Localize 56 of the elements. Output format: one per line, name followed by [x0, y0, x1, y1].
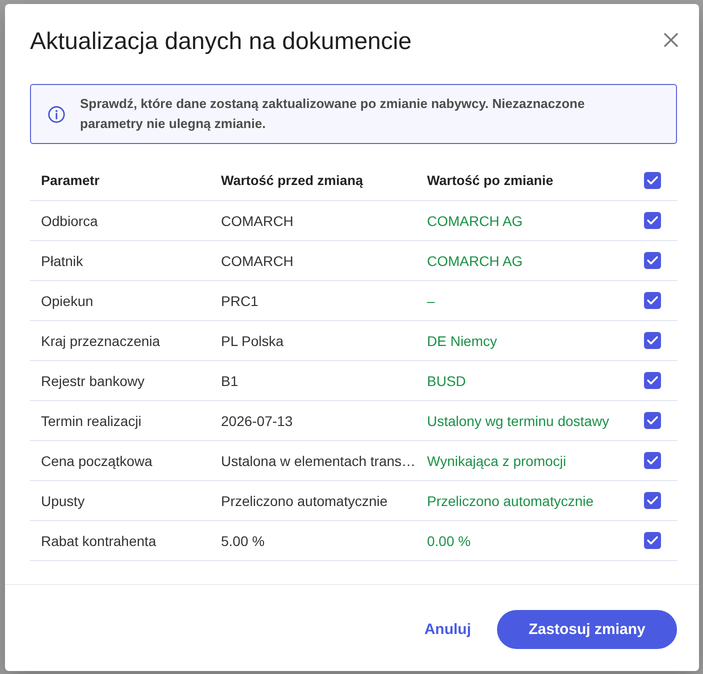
table-header-cell-text: Wartość po zmianie — [426, 173, 554, 188]
table-cell-text: BUSD — [426, 372, 467, 388]
table-cell-text: DE Niemcy — [426, 332, 498, 348]
select-all-checkbox[interactable] — [644, 172, 660, 189]
table-cell-text: Płatnik — [40, 252, 84, 268]
table-cell-text: 5.00 % — [220, 532, 266, 548]
table-cell-text: Przeliczono automatycznie — [220, 492, 389, 508]
table-cell-text: 2026-07-13 — [220, 412, 294, 428]
table-cell-text: Wynikająca z promocji — [426, 452, 568, 468]
apply-button[interactable]: Zastosuj zmiany — [497, 610, 677, 648]
table-cell-text: COMARCH — [220, 212, 294, 228]
table-cell-text: Cena początkowa — [40, 452, 154, 468]
dialog-title: Aktualizacja danych na dokumencie — [30, 27, 412, 57]
checkmark-icon — [646, 496, 658, 505]
checkmark-icon — [646, 256, 658, 265]
checkmark-icon — [646, 536, 658, 545]
checkbox[interactable] — [644, 452, 660, 469]
table-cell-text: COMARCH — [220, 252, 294, 268]
checkbox[interactable] — [644, 372, 660, 389]
checkbox[interactable] — [644, 332, 660, 349]
checkbox[interactable] — [644, 532, 660, 549]
table-header-cell-text: Parametr — [40, 173, 101, 188]
table-cell-text: 0.00 % — [426, 532, 472, 548]
checkbox[interactable] — [644, 292, 660, 309]
checkmark-icon — [646, 176, 658, 185]
checkmark-icon — [646, 336, 658, 345]
table-cell-text: – — [426, 292, 436, 308]
checkbox[interactable] — [644, 252, 660, 269]
cancel-button[interactable]: Anuluj — [414, 612, 481, 646]
checkmark-icon — [646, 216, 658, 225]
table-cell-text: B1 — [220, 372, 240, 388]
table-cell-text: Termin realizacji — [40, 412, 142, 428]
checkmark-icon — [646, 296, 658, 305]
info-icon — [48, 106, 65, 122]
checkbox[interactable] — [644, 412, 660, 429]
table-cell-text: Rejestr bankowy — [40, 372, 146, 388]
close-icon — [664, 33, 678, 47]
table-cell-text: COMARCH AG — [426, 212, 524, 228]
table-cell-text: PRC1 — [220, 292, 260, 308]
table-cell-text: Upusty — [40, 492, 86, 508]
table-cell-text: PL Polska — [220, 332, 285, 348]
table-cell-text: Rabat kontrahenta — [40, 532, 158, 548]
checkmark-icon — [646, 376, 658, 385]
table-cell-text: Opiekun — [40, 292, 94, 308]
table-cell-text: Ustalony wg terminu dostawy — [426, 412, 610, 428]
table-cell-text: COMARCH AG — [426, 252, 524, 268]
checkbox[interactable] — [644, 492, 660, 509]
checkmark-icon — [646, 456, 658, 465]
checkmark-icon — [646, 416, 658, 425]
table-cell-text: Ustalona w elementach trans… — [220, 452, 416, 468]
table-header-cell-text: Wartość przed zmianą — [220, 173, 364, 188]
table-cell-text: Odbiorca — [40, 212, 99, 228]
info-text: Sprawdź, które dane zostaną zaktualizowane po zmianie nabywcy. Niezaznaczone parametry nie ulegną zmianie. — [80, 95, 586, 133]
table-cell-text: Przeliczono automatycznie — [426, 492, 595, 508]
table-cell-text: Kraj przeznaczenia — [40, 332, 162, 348]
checkbox[interactable] — [644, 212, 660, 229]
